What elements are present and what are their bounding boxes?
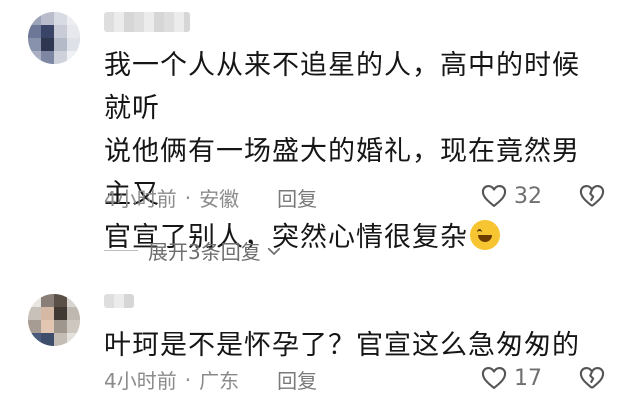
reply-button[interactable]: 回复 xyxy=(277,365,317,394)
comment-text: 我一个人从来不追星的人，高中的时候就听 说他俩有一场盛大的婚礼，现在竟然男主又 … xyxy=(104,44,604,259)
heart-icon xyxy=(481,185,507,207)
comment-meta: 4小时前 · 广东 回复 xyxy=(104,365,317,394)
comment-meta: 4小时前 · 安徽 回复 xyxy=(104,183,317,212)
laughing-crying-emoji-icon xyxy=(470,220,500,250)
separator: · xyxy=(184,367,192,392)
broken-heart-icon[interactable] xyxy=(578,364,606,392)
avatar[interactable] xyxy=(28,294,80,346)
separator: · xyxy=(184,185,192,210)
like-count: 32 xyxy=(514,183,542,209)
like-button[interactable]: 32 xyxy=(480,182,542,210)
comment-item: 我一个人从来不追星的人，高中的时候就听 说他俩有一场盛大的婚礼，现在竟然男主又 … xyxy=(0,0,640,292)
timestamp: 4小时前 xyxy=(104,187,177,211)
broken-heart-icon[interactable] xyxy=(578,182,606,210)
divider xyxy=(104,250,138,251)
comment-text: 叶珂是不是怀孕了？官宣这么急匆匆的 xyxy=(104,324,604,367)
comment-text-line: 我一个人从来不追星的人，高中的时候就听 xyxy=(104,50,580,124)
like-button[interactable]: 17 xyxy=(480,364,542,392)
expand-replies-button[interactable]: 展开3条回复 xyxy=(104,236,283,265)
expand-replies-label: 展开3条回复 xyxy=(148,240,261,264)
comment-text-line: 叶珂是不是怀孕了？官宣这么急匆匆的 xyxy=(104,330,580,361)
reply-button[interactable]: 回复 xyxy=(277,183,317,212)
blurred-username[interactable] xyxy=(104,12,190,32)
chevron-down-icon xyxy=(267,247,280,255)
avatar[interactable] xyxy=(28,12,80,64)
comment-item: 叶珂是不是怀孕了？官宣这么急匆匆的 4小时前 · 广东 回复 17 xyxy=(0,292,640,417)
location: 广东 xyxy=(199,369,240,393)
blurred-avatar-image xyxy=(28,12,80,64)
timestamp: 4小时前 xyxy=(104,369,177,393)
blurred-avatar-image xyxy=(28,294,80,346)
blurred-username[interactable] xyxy=(104,294,134,308)
like-count: 17 xyxy=(514,365,542,391)
heart-icon xyxy=(481,367,507,389)
location: 安徽 xyxy=(199,187,240,211)
